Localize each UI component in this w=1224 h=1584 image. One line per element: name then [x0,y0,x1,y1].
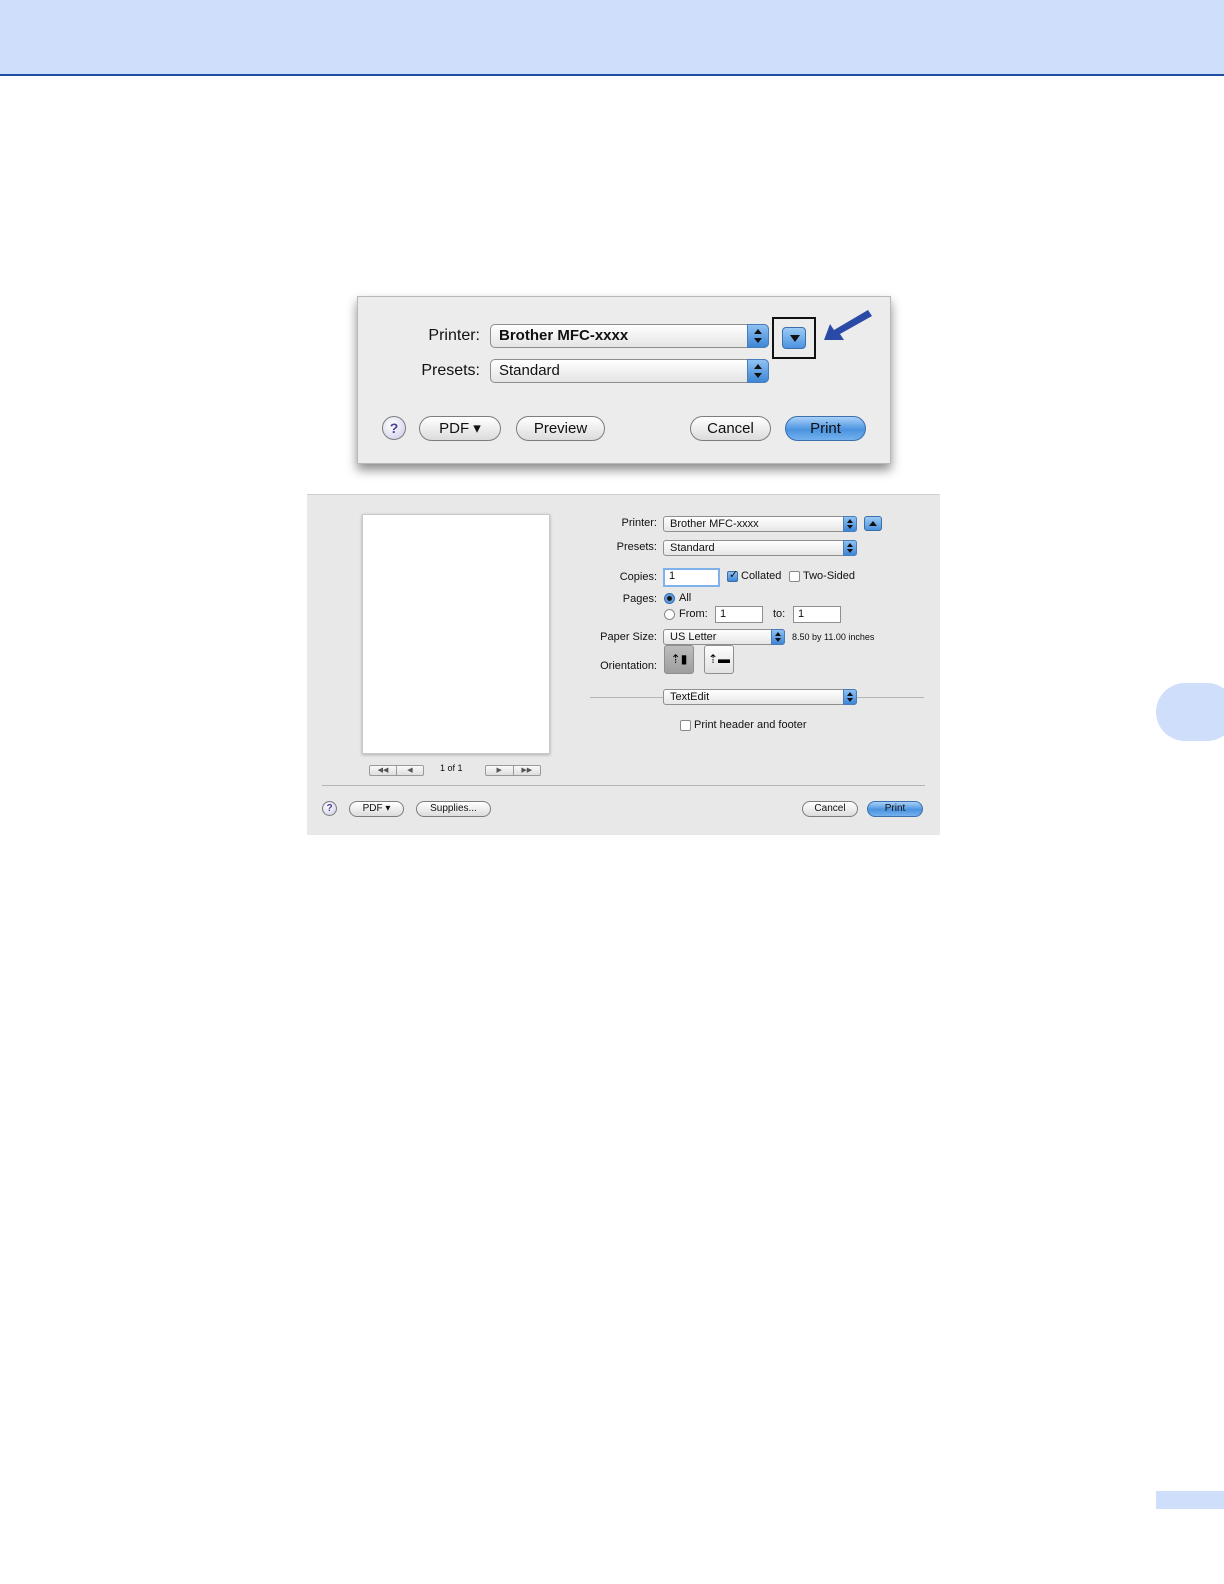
paper-size-popup[interactable]: US Letter [663,629,785,645]
pdf-button[interactable]: PDF ▾ [349,801,404,817]
cancel-button[interactable]: Cancel [802,801,858,817]
printer-label: Printer: [621,517,657,529]
paper-size-label: Paper Size: [600,631,657,643]
paper-size-description: 8.50 by 11.00 inches [792,632,875,642]
pages-from-field[interactable]: 1 [715,606,763,623]
popup-stepper-icon [843,540,857,556]
disclosure-triangle-icon[interactable] [782,327,806,349]
collated-checkbox[interactable] [727,568,738,582]
expanded-print-dialog: ◀◀ ◀ 1 of 1 ▶ ▶▶ Printer: Brother MFC-xx… [307,494,940,835]
collapse-disclosure-icon[interactable] [864,516,882,531]
preview-button[interactable]: Preview [516,416,605,441]
printer-popup[interactable]: Brother MFC-xxxx [663,516,857,532]
pages-to-field[interactable]: 1 [793,606,841,623]
printer-popup-value: Brother MFC-xxxx [670,518,759,530]
copies-field[interactable]: 1 [663,568,720,587]
header-footer-label: Print header and footer [694,719,807,731]
presets-label: Presets: [421,362,480,379]
presets-label: Presets: [616,541,657,553]
popup-stepper-icon [771,629,785,645]
section-popup-value: TextEdit [670,691,710,703]
popup-stepper-icon [747,359,769,383]
pages-label: Pages: [622,593,657,605]
presets-popup-value: Standard [670,542,715,554]
previous-page-icon[interactable]: ◀ [397,766,423,775]
orientation-label: Orientation: [600,660,657,672]
portrait-orientation-icon[interactable]: ⇡▮ [664,645,694,674]
print-button[interactable]: Print [785,416,866,441]
page-counter: 1 of 1 [440,763,463,773]
popup-stepper-icon [843,516,857,532]
printer-popup[interactable]: Brother MFC-xxxx [490,324,769,348]
pages-from-radio[interactable] [664,609,675,620]
help-icon[interactable]: ? [382,416,406,440]
copies-label: Copies: [619,571,657,583]
first-page-icon[interactable]: ◀◀ [370,766,397,775]
presets-popup[interactable]: Standard [490,359,769,383]
supplies-button[interactable]: Supplies... [416,801,491,817]
help-icon[interactable]: ? [322,801,337,816]
pages-from-label: From: [679,608,708,620]
paper-size-popup-value: US Letter [670,631,717,643]
footer-divider [322,785,925,786]
print-button[interactable]: Print [867,801,923,817]
page-number-tab [1156,1491,1224,1509]
landscape-orientation-icon[interactable]: ⇡▬ [704,645,734,674]
chapter-side-tab [1156,683,1224,741]
two-sided-label: Two-Sided [803,570,855,582]
presets-popup-value: Standard [499,362,560,379]
popup-stepper-icon [843,689,857,705]
pages-all-radio[interactable] [664,593,675,604]
popup-stepper-icon [747,324,769,348]
pdf-button[interactable]: PDF ▾ [419,416,501,441]
section-divider [590,697,665,698]
presets-popup[interactable]: Standard [663,540,857,556]
header-footer-checkbox[interactable] [680,720,691,731]
preview-forward-nav[interactable]: ▶ ▶▶ [485,765,541,776]
cancel-button[interactable]: Cancel [690,416,771,441]
callout-arrow-icon [824,310,872,340]
two-sided-checkbox[interactable] [789,571,800,582]
preview-back-nav[interactable]: ◀◀ ◀ [369,765,424,776]
page-header-band [0,0,1224,76]
next-page-icon[interactable]: ▶ [486,766,514,775]
collated-label: Collated [741,570,782,582]
highlight-box [772,317,816,359]
section-popup[interactable]: TextEdit [663,689,857,705]
section-divider [857,697,924,698]
printer-popup-value: Brother MFC-xxxx [499,327,629,344]
pages-all-label: All [679,592,692,604]
printer-label: Printer: [428,327,480,344]
page-preview [362,514,550,754]
pages-to-label: to: [773,608,786,620]
last-page-icon[interactable]: ▶▶ [514,766,541,775]
